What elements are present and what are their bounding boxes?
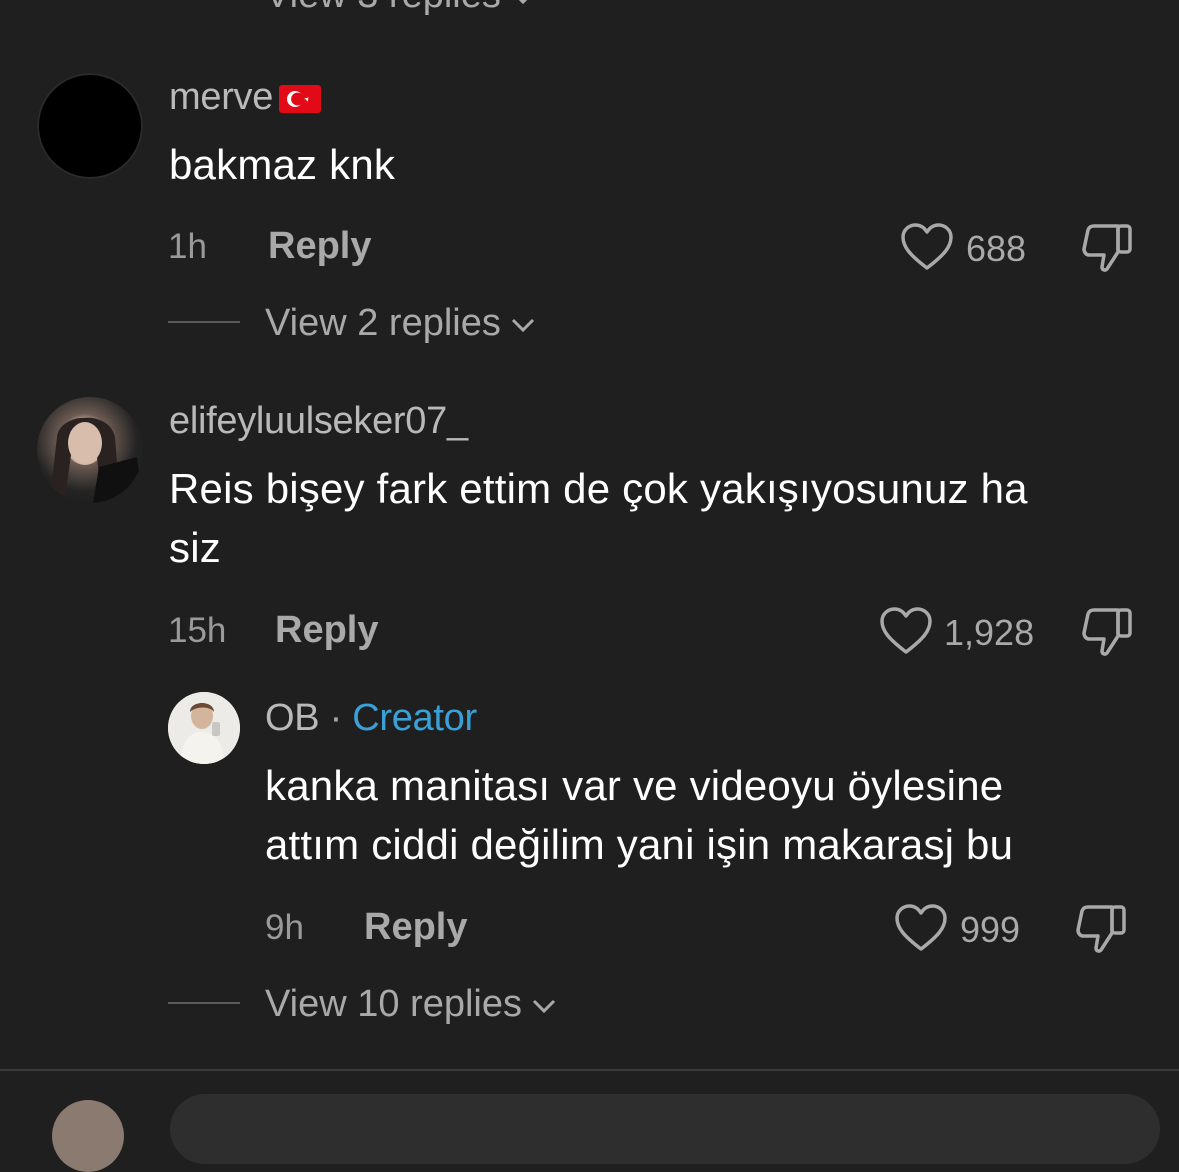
profile-photo <box>168 692 240 764</box>
avatar[interactable] <box>168 692 240 764</box>
avatar[interactable] <box>37 73 143 179</box>
reply-text-line: kanka manitası var ve videoyu öylesine <box>265 762 1004 809</box>
dislike-button[interactable] <box>1074 903 1128 955</box>
turkey-flag-icon <box>279 84 322 113</box>
comment-username[interactable]: elifeyluulseker07_ <box>169 400 468 443</box>
heart-icon <box>895 904 947 951</box>
reply-header: OB · Creator <box>265 697 477 740</box>
chevron-down-icon <box>509 0 537 17</box>
avatar[interactable] <box>37 397 143 503</box>
comment-time: 15h <box>168 611 227 650</box>
heart-icon <box>901 223 953 270</box>
comment-time: 1h <box>168 227 207 266</box>
like-count: 999 <box>960 909 1021 950</box>
view-replies-label: View 3 replies <box>265 0 501 17</box>
view-replies-label: View 2 replies <box>265 302 501 344</box>
like-button[interactable] <box>879 606 933 656</box>
comment-text: Reis bişey fark ettim de çok yakışıyosun… <box>169 459 1159 577</box>
dislike-button[interactable] <box>1080 222 1134 274</box>
comment-text-line: siz <box>169 524 221 571</box>
comment-username[interactable]: merve <box>169 76 322 119</box>
replies-divider <box>168 321 240 323</box>
like-button[interactable] <box>894 903 948 953</box>
reply-text: kanka manitası var ve videoyu öylesine a… <box>265 756 1165 874</box>
replies-divider <box>168 1002 240 1004</box>
thumbs-down-icon <box>1082 608 1132 656</box>
like-count: 688 <box>966 228 1027 269</box>
bottom-separator <box>0 1069 1179 1071</box>
current-user-avatar <box>52 1100 124 1172</box>
dislike-button[interactable] <box>1080 606 1134 658</box>
view-replies-label: View 10 replies <box>265 983 523 1025</box>
reply-text-line: attım ciddi değilim yani işin makarasj b… <box>265 821 1014 868</box>
heart-icon <box>880 607 932 654</box>
creator-badge: Creator <box>352 697 477 739</box>
comment-input[interactable] <box>170 1094 1160 1164</box>
reply-time: 9h <box>265 908 304 947</box>
profile-photo <box>51 417 143 503</box>
reply-button[interactable]: Reply <box>268 225 371 268</box>
like-button[interactable] <box>900 222 954 272</box>
view-replies-button[interactable]: View 2 replies <box>265 302 537 345</box>
reply-button[interactable]: Reply <box>364 906 467 949</box>
comment-text: bakmaz knk <box>169 141 396 188</box>
reply-button[interactable]: Reply <box>275 609 378 652</box>
comment-text-line: Reis bişey fark ettim de çok yakışıyosun… <box>169 465 1028 512</box>
chevron-down-icon <box>530 983 558 1026</box>
separator-dot: · <box>329 697 343 739</box>
thumbs-down-icon <box>1082 224 1132 272</box>
thumbs-down-icon <box>1076 905 1126 953</box>
like-count: 1,928 <box>944 612 1035 653</box>
comments-screen: { "top_view_replies": { "label": "View 3… <box>0 0 1179 1172</box>
chevron-down-icon <box>509 302 537 345</box>
reply-username[interactable]: OB <box>265 697 320 739</box>
view-replies-button[interactable]: View 10 replies <box>265 983 558 1026</box>
view-replies-button-top[interactable]: View 3 replies <box>265 0 537 17</box>
